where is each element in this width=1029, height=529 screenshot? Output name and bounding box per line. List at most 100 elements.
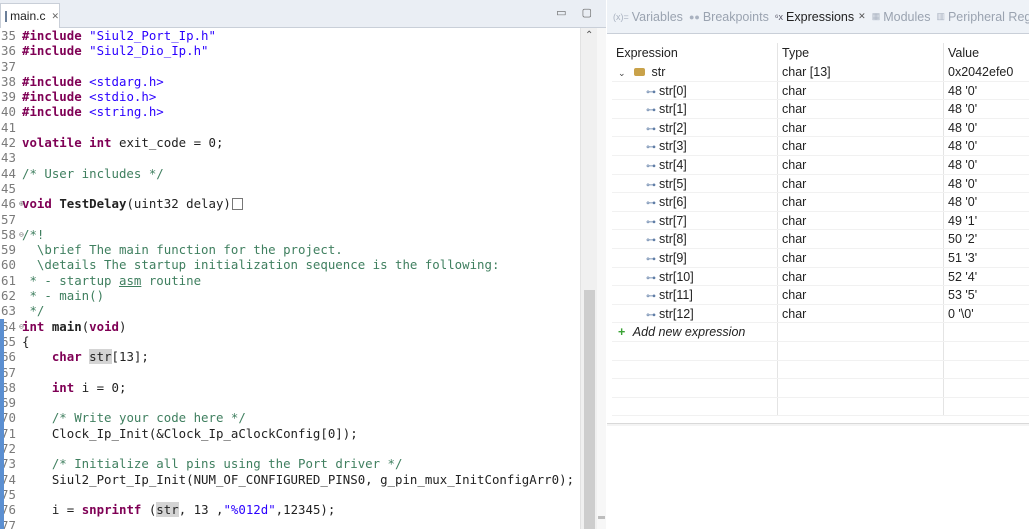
minimize-maximize-buttons[interactable]: ▭ ▢ <box>556 6 598 19</box>
array-element-icon: ⊶ <box>646 160 656 172</box>
code-line[interactable]: 72 <box>0 441 580 457</box>
code-line[interactable]: 40 #include <string.h> <box>0 104 580 119</box>
tab-main-c[interactable]: main.c ✕ <box>0 3 60 28</box>
ruler-marker[interactable] <box>598 516 605 519</box>
variable-icon <box>634 68 646 76</box>
code-line[interactable]: 76 i = snprintf (str, 13 ,"%012d",12345)… <box>0 502 580 518</box>
code-line[interactable]: 45 <box>0 181 580 196</box>
add-expression-row[interactable]: + Add new expression <box>612 323 1029 342</box>
element-type: char <box>778 155 944 174</box>
element-name: str[6] <box>659 195 687 210</box>
code-line[interactable]: 66 char str[13]; <box>0 349 580 365</box>
code-token: str <box>89 349 112 365</box>
view-icon: ⁶x <box>774 11 784 22</box>
editor-scrollbar[interactable]: ⌃ <box>580 28 597 529</box>
code-line[interactable]: 74 Siul2_Port_Ip_Init(NUM_OF_CONFIGURED_… <box>0 471 580 487</box>
code-line[interactable]: 71 Clock_Ip_Init(&Clock_Ip_aClockConfig[… <box>0 425 580 442</box>
expression-child-row[interactable]: ⊶ str[9] char 51 '3' <box>612 248 1029 268</box>
tab-modules[interactable]: ▦ Modules <box>872 10 931 24</box>
element-value: 51 '3' <box>948 250 978 265</box>
code-line[interactable]: 73 /* Initialize all pins using the Port… <box>0 456 580 472</box>
code-line[interactable]: 69 <box>0 395 580 411</box>
array-element-icon: ⊶ <box>646 216 656 228</box>
line-number: 40 <box>1 104 16 120</box>
code-line[interactable]: 62 * - main() <box>0 288 580 303</box>
expression-child-row[interactable]: ⊶ str[4] char 48 '0' <box>612 155 1029 175</box>
expression-child-row[interactable]: ⊶ str[6] char 48 '0' <box>612 193 1029 212</box>
scroll-up-icon[interactable]: ⌃ <box>585 30 593 41</box>
tab-peripheral-reg[interactable]: ▥Peripheral Reg... <box>936 10 1029 24</box>
details-pane-divider[interactable] <box>607 423 1029 426</box>
collapse-fold-icon[interactable]: ⊖ <box>19 319 24 334</box>
expression-child-row[interactable]: ⊶ str[5] char 48 '0' <box>612 174 1029 194</box>
code-token: i = <box>22 502 82 518</box>
scope-bar <box>0 502 4 518</box>
array-element-icon: ⊶ <box>646 86 656 98</box>
code-line[interactable]: 77 <box>0 517 580 529</box>
code-token: "Siul2_Dio_Ip.h" <box>89 43 209 59</box>
overview-ruler[interactable] <box>597 28 606 529</box>
code-line[interactable]: 35 #include "Siul2_Port_Ip.h" <box>0 28 580 43</box>
collapsed-block-icon[interactable] <box>231 198 243 211</box>
code-line[interactable]: 67 <box>0 364 580 380</box>
code-line[interactable]: 46 ⊕ void TestDelay(uint32 delay) <box>0 196 580 211</box>
code-line[interactable]: 64 ⊖ int main(void) <box>0 318 580 334</box>
code-area[interactable]: 35 #include "Siul2_Port_Ip.h" 36 #include "… <box>0 28 580 529</box>
expression-child-row[interactable]: ⊶ str[10] char 52 '4' <box>612 267 1029 287</box>
code-line[interactable]: 37 <box>0 59 580 74</box>
column-header-type[interactable]: Type <box>778 43 944 63</box>
tab-expressions[interactable]: ⁶x Expressions ✕ <box>775 10 866 24</box>
element-value: 48 '0' <box>948 157 978 172</box>
element-type: char <box>778 248 944 267</box>
expression-child-row[interactable]: ⊶ str[11] char 53 '5' <box>612 286 1029 305</box>
line-number: 63 <box>1 303 16 319</box>
code-line[interactable]: 65{ <box>0 333 580 350</box>
code-line[interactable]: 68 int i = 0; <box>0 379 580 396</box>
code-line[interactable]: 59 \brief The main function for the proj… <box>0 242 580 257</box>
expression-child-row[interactable]: ⊶ str[1] char 48 '0' <box>612 100 1029 119</box>
code-line[interactable]: 39 #include <stdio.h> <box>0 89 580 104</box>
expand-fold-icon[interactable]: ⊕ <box>19 196 24 211</box>
expression-child-row[interactable]: ⊶ str[12] char 0 '\0' <box>612 304 1029 324</box>
empty-row <box>612 360 1029 380</box>
close-icon[interactable]: ✕ <box>51 11 59 22</box>
code-line[interactable]: 44 /* User includes */ <box>0 166 580 181</box>
code-line[interactable]: 58 ⊖/*! <box>0 227 580 242</box>
code-line[interactable]: 36 #include "Siul2_Dio_Ip.h" <box>0 43 580 58</box>
code-line[interactable]: 70 /* Write your code here */ <box>0 410 580 426</box>
column-header-value[interactable]: Value <box>944 43 1029 63</box>
expression-child-row[interactable]: ⊶ str[8] char 50 '2' <box>612 230 1029 249</box>
code-line[interactable]: 75 <box>0 486 580 503</box>
code-line[interactable]: 43 <box>0 150 580 165</box>
code-editor[interactable]: main.c ✕ ▭ ▢ 35 #include "Siul2_Port_Ip.h… <box>0 0 606 529</box>
add-expression-label[interactable]: Add new expression <box>633 325 746 339</box>
code-line[interactable]: 63 */ <box>0 303 580 318</box>
code-line[interactable]: 42 volatile int exit_code = 0; <box>0 135 580 150</box>
tab-variables[interactable]: (x)= Variables <box>613 10 683 24</box>
array-element-icon: ⊶ <box>646 253 656 265</box>
chevron-down-icon[interactable]: ⌄ <box>618 68 626 78</box>
scope-bar <box>0 425 4 442</box>
close-icon[interactable]: ✕ <box>858 11 866 22</box>
code-line[interactable]: 61 * - startup asm routine <box>0 273 580 288</box>
line-number: 36 <box>1 43 16 59</box>
code-line[interactable]: 41 <box>0 120 580 135</box>
tab-breakpoints[interactable]: ●● Breakpoints <box>689 10 769 24</box>
expression-value: 0x2042efe0 <box>948 65 1014 79</box>
code-token: volatile int <box>22 135 119 151</box>
element-value: 48 '0' <box>948 139 978 154</box>
column-header-expression[interactable]: Expression <box>612 43 778 63</box>
expression-row-str[interactable]: ⌄ str char [13] 0x2042efe0 <box>612 63 1029 82</box>
collapse-fold-icon[interactable]: ⊖ <box>19 227 24 242</box>
expression-child-row[interactable]: ⊶ str[0] char 48 '0' <box>612 81 1029 101</box>
code-line[interactable]: 38 #include <stdarg.h> <box>0 74 580 89</box>
scrollbar-thumb[interactable] <box>584 290 595 529</box>
expression-child-row[interactable]: ⊶ str[2] char 48 '0' <box>612 118 1029 138</box>
expression-child-row[interactable]: ⊶ str[7] char 49 '1' <box>612 211 1029 231</box>
code-token: int <box>51 379 82 395</box>
code-token: /* User includes */ <box>22 165 164 181</box>
code-line[interactable]: 57 <box>0 212 580 227</box>
expression-child-row[interactable]: ⊶ str[3] char 48 '0' <box>612 137 1029 156</box>
expressions-table[interactable]: Expression Type Value ⌄ str char [13] 0x… <box>612 43 1029 417</box>
code-line[interactable]: 60 \details The startup initialization s… <box>0 257 580 272</box>
